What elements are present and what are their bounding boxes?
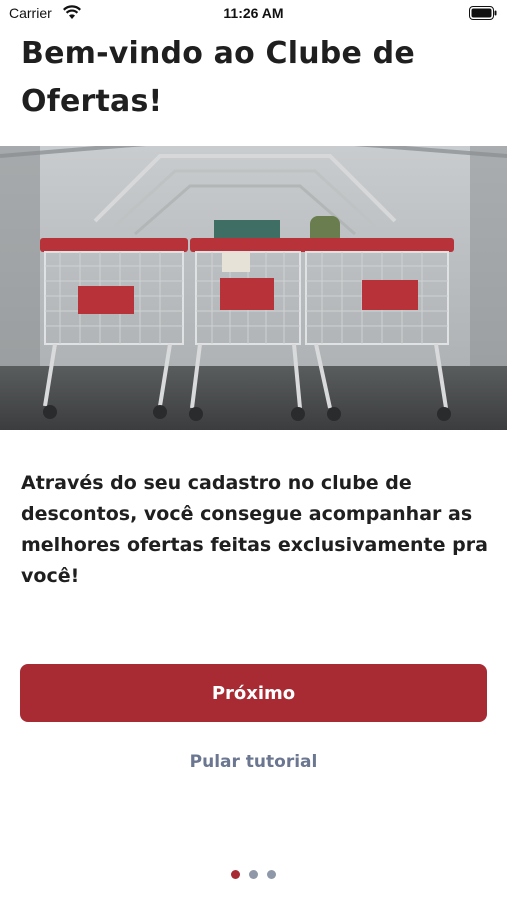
battery-icon (469, 6, 497, 20)
page-title: Bem-vindo ao Clube de Ofertas! (21, 36, 415, 119)
skip-tutorial-link[interactable]: Pular tutorial (0, 752, 507, 772)
onboarding-description: Através do seu cadastro no clube de desc… (21, 472, 488, 587)
page-dot[interactable] (249, 870, 258, 879)
next-button[interactable]: Próximo (20, 664, 487, 722)
page-dot-active[interactable] (231, 870, 240, 879)
page-dot[interactable] (267, 870, 276, 879)
hero-image (0, 146, 507, 430)
page-indicator (0, 870, 507, 879)
status-bar: Carrier 11:26 AM (0, 0, 507, 28)
clock: 11:26 AM (223, 5, 284, 21)
